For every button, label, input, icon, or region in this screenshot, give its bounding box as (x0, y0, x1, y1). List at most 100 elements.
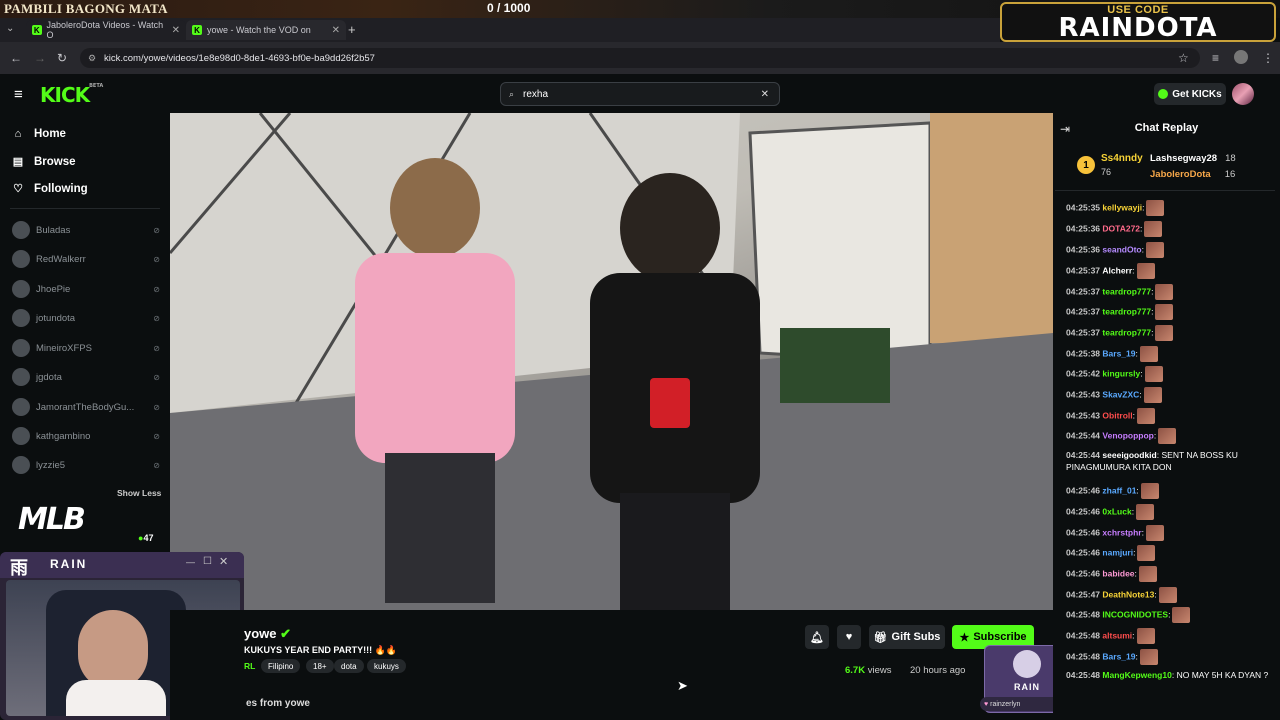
site-info-icon[interactable]: ⚙ (88, 53, 96, 64)
media-icon[interactable]: ≡ (1212, 51, 1219, 65)
user-avatar[interactable] (1232, 83, 1254, 105)
notification-button[interactable]: 🔔︎ (805, 625, 829, 649)
hamburger-menu-icon[interactable]: ≡ (14, 86, 23, 103)
leaderboard-user[interactable]: Lashsegway28 18 (1150, 153, 1236, 164)
address-bar[interactable]: ⚙ kick.com/yowe/videos/1e8e98d0-8de1-469… (80, 48, 1200, 68)
chat-separator: : (1135, 651, 1138, 662)
follow-button[interactable]: ♥ (837, 625, 861, 649)
sidebar-channel[interactable]: lyzzie5 ⊘ (12, 456, 160, 474)
chat-username[interactable]: seeeigoodkid (1102, 450, 1156, 460)
chat-separator: : (1139, 389, 1142, 400)
browser-tab-2[interactable]: K yowe - Watch the VOD on ✕ (186, 20, 346, 40)
chat-username[interactable]: SkavZXC (1102, 389, 1139, 399)
sidebar-channel[interactable]: RedWalkerr ⊘ (12, 250, 160, 268)
chat-username[interactable]: namjuri (1102, 547, 1133, 557)
nav-following[interactable]: ♡ Following (12, 182, 88, 196)
chat-separator: : (1141, 244, 1144, 255)
search-input[interactable]: ⌕ rexha ✕ (500, 82, 780, 106)
avatar (12, 427, 30, 445)
sidebar-channel[interactable]: jgdota ⊘ (12, 368, 160, 386)
person-right-head (620, 173, 720, 283)
chat-username[interactable]: DeathNote13 (1102, 589, 1154, 599)
nav-home[interactable]: ⌂ Home (12, 128, 66, 140)
chat-username[interactable]: xchrstphr (1102, 527, 1141, 537)
chat-username[interactable]: Obitroll (1102, 410, 1132, 420)
chat-username[interactable]: teardrop777 (1102, 327, 1151, 337)
maximize-icon[interactable]: ☐ (203, 556, 212, 567)
minimize-icon[interactable]: — (186, 557, 195, 567)
sidebar-channel[interactable]: Buladas ⊘ (12, 221, 160, 239)
sidebar-channel[interactable]: MineiroXFPS ⊘ (12, 339, 160, 357)
chat-separator: : (1133, 547, 1136, 558)
tag-pill[interactable]: dota (334, 659, 364, 673)
chat-timestamp: 04:25:48 (1066, 630, 1101, 641)
chat-timestamp: 04:25:43 (1066, 410, 1101, 421)
person-left-head (390, 158, 480, 258)
sidebar-channel[interactable]: JamorantTheBodyGu... ⊘ (12, 398, 160, 416)
kick-logo[interactable]: KICKBETA (40, 83, 103, 107)
leaderboard-user[interactable]: JaboleroDota 16 (1150, 169, 1235, 180)
chat-username[interactable]: Alcherr (1102, 265, 1132, 275)
chat-username[interactable]: babidee (1102, 568, 1134, 578)
tag-pill[interactable]: kukuys (367, 659, 406, 673)
chat-username[interactable]: INCOGNIDOTES (1102, 609, 1168, 619)
chat-message: 04:25:44 Venopoppop: (1066, 428, 1271, 444)
chat-username[interactable]: MangKepweng10 (1102, 670, 1171, 680)
bookmark-star-icon[interactable]: ☆ (1178, 51, 1189, 65)
rain-user-name: rainzerlyn (990, 700, 1021, 708)
tab-close-icon[interactable]: ✕ (172, 25, 180, 36)
chat-username[interactable]: teardrop777 (1102, 286, 1151, 296)
avatar (12, 339, 30, 357)
chat-username[interactable]: Venopoppop (1102, 430, 1153, 440)
forward-icon[interactable]: → (34, 51, 46, 65)
tab-menu-icon[interactable]: ⌄ (6, 23, 14, 34)
nav-browse[interactable]: ▤ Browse (12, 155, 76, 169)
chat-username[interactable]: kingursly (1102, 368, 1140, 378)
chat-username[interactable]: zhaff_01 (1102, 485, 1136, 495)
chat-username[interactable]: teardrop777 (1102, 306, 1151, 316)
chat-divider (1055, 190, 1275, 191)
chat-username[interactable]: Bars_19 (1102, 651, 1135, 661)
tag-pill[interactable]: 18+ (306, 659, 334, 673)
viewer-count: ●47 (138, 533, 153, 543)
category-link[interactable]: RL (244, 661, 255, 671)
emote-icon (1136, 263, 1155, 279)
sidebar-channel[interactable]: JhoePie ⊘ (12, 280, 160, 298)
chat-username[interactable]: altsumi (1102, 630, 1132, 640)
chat-timestamp: 04:25:44 (1066, 450, 1101, 460)
offline-icon: ⊘ (153, 460, 160, 470)
tab-close-icon[interactable]: ✕ (332, 25, 340, 36)
streamer-name[interactable]: yowe ✔ (244, 626, 291, 642)
close-icon[interactable]: ✕ (219, 555, 228, 568)
chat-username[interactable]: kellywayji (1102, 202, 1142, 212)
chat-separator: : (1140, 223, 1143, 234)
viewer-count-value: 47 (143, 533, 154, 543)
reload-icon[interactable]: ↻ (57, 51, 67, 65)
new-tab-icon[interactable]: + (348, 22, 356, 37)
get-kicks-button[interactable]: Get KICKs (1154, 83, 1226, 105)
tag-pill[interactable]: Filipino (261, 659, 301, 673)
chat-message: 04:25:43 Obitroll: (1066, 408, 1271, 424)
offline-icon: ⊘ (153, 225, 160, 235)
browser-tab-1[interactable]: K JaboleroDota Videos - Watch O ✕ (26, 20, 186, 40)
chat-message: 04:25:46 xchrstphr: (1066, 525, 1271, 541)
sidebar-channel[interactable]: jotundota ⊘ (12, 309, 160, 327)
clear-search-icon[interactable]: ✕ (761, 89, 769, 100)
chat-username[interactable]: 0xLuck (1102, 506, 1131, 516)
gift-subs-button[interactable]: 🎁︎ Gift Subs (869, 625, 945, 649)
back-icon[interactable]: ← (10, 51, 22, 65)
chat-timestamp: 04:25:48 (1066, 609, 1101, 620)
show-less-button[interactable]: Show Less (117, 488, 161, 498)
chat-username[interactable]: seandOto (1102, 244, 1141, 254)
browser-menu-icon[interactable]: ⋮ (1262, 51, 1274, 65)
chat-message: 04:25:46 babidee: (1066, 566, 1271, 582)
chat-username[interactable]: DOTA272 (1102, 223, 1140, 233)
emote-icon (1140, 483, 1159, 499)
sidebar-channel[interactable]: kathgambino ⊘ (12, 427, 160, 445)
chat-username[interactable]: Bars_19 (1102, 348, 1135, 358)
video-player[interactable] (170, 113, 1053, 610)
browser-profile-icon[interactable] (1234, 50, 1248, 64)
leaderboard-top-user[interactable]: Ss4nndy (1101, 153, 1143, 164)
emote-icon (1138, 566, 1157, 582)
offline-icon: ⊘ (153, 402, 160, 412)
